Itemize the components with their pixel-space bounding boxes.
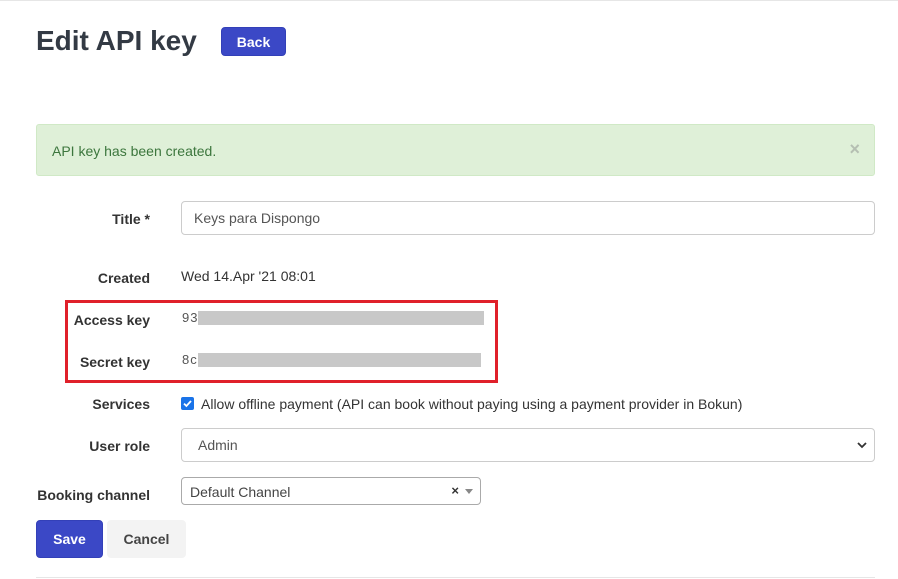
booking-channel-selected: Default Channel [190,484,291,500]
user-role-select[interactable]: Admin [181,428,875,462]
keys-highlight-box [65,300,498,383]
chevron-down-icon [857,442,867,449]
close-icon[interactable]: × [849,139,860,159]
save-button[interactable]: Save [36,520,103,558]
offline-payment-label[interactable]: Allow offline payment (API can book with… [201,395,742,413]
success-alert: API key has been created. × [36,124,875,176]
bottom-divider [36,577,875,578]
offline-payment-checkbox[interactable] [181,397,194,410]
back-button[interactable]: Back [221,27,286,56]
created-value: Wed 14.Apr '21 08:01 [181,268,316,284]
created-label: Created [97,270,150,286]
page-title: Edit API key [36,25,197,56]
alert-message: API key has been created. [52,143,217,159]
top-divider [0,0,898,1]
edit-api-key-page: Edit API key Back API key has been creat… [0,0,898,579]
title-input[interactable] [181,201,875,235]
caret-down-icon[interactable] [465,489,473,494]
cancel-button[interactable]: Cancel [107,520,186,558]
checkmark-icon [183,400,192,408]
title-label: Title * [112,211,150,227]
services-label: Services [92,396,150,412]
booking-channel-label: Booking channel [37,487,150,503]
user-role-selected: Admin [198,437,238,453]
booking-channel-select[interactable]: Default Channel × [181,477,481,505]
clear-selection-icon[interactable]: × [451,483,459,499]
user-role-label: User role [89,438,150,454]
